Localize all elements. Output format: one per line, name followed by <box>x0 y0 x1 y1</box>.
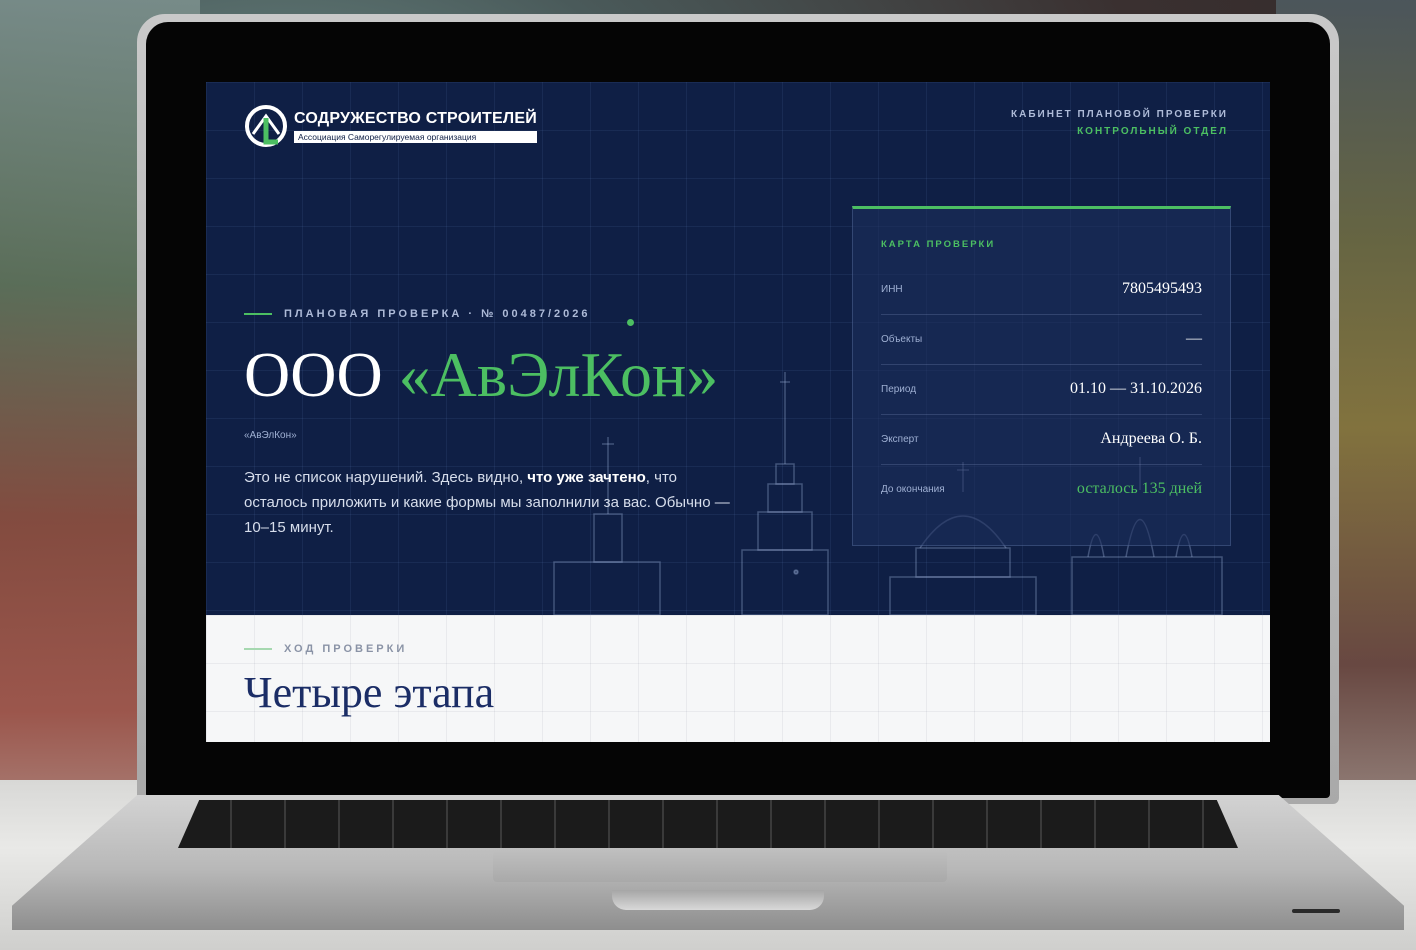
cabinet-header: КАБИНЕТ ПЛАНОВОЙ ПРОВЕРКИ КОНТРОЛЬНЫЙ ОТ… <box>1011 106 1228 140</box>
logo-mark-icon <box>245 105 287 147</box>
card-row-period: Период 01.10 — 31.10.2026 <box>881 364 1202 415</box>
company-prefix: ООО <box>244 339 383 410</box>
inspection-number: ПЛАНОВАЯ ПРОВЕРКА · № 00487/2026 <box>284 308 591 320</box>
card-row-inn: ИНН 7805495493 <box>881 264 1202 315</box>
section-eyebrow-label: ХОД ПРОВЕРКИ <box>284 643 408 655</box>
hero-section: СОДРУЖЕСТВО СТРОИТЕЛЕЙ Ассоциация Саморе… <box>206 82 1270 615</box>
card-row-label: Период <box>881 383 917 395</box>
card-row-value: 01.10 — 31.10.2026 <box>1070 380 1202 397</box>
laptop-indicator <box>1292 909 1340 913</box>
eyebrow-dash <box>244 313 272 315</box>
brand-subtitle: Ассоциация Саморегулируемая организация <box>294 130 537 143</box>
laptop-trackpad <box>493 850 947 882</box>
card-row-label: Объекты <box>881 333 923 345</box>
card-row-value: — <box>1186 330 1202 347</box>
card-row-deadline: До окончания осталось 135 дней <box>881 464 1202 514</box>
accent-dot <box>627 319 634 326</box>
card-row-label: До окончания <box>881 483 945 495</box>
department-label: КОНТРОЛЬНЫЙ ОТДЕЛ <box>1077 126 1228 137</box>
card-row-value: осталось 135 дней <box>1076 480 1202 497</box>
company-title: ООО «АвЭлКон» <box>244 336 718 414</box>
card-row-label: Эксперт <box>881 433 919 445</box>
company-name: «АвЭлКон» <box>398 339 719 410</box>
hero-description: Это не список нарушений. Здесь видно, чт… <box>244 465 740 540</box>
laptop-screen: СОДРУЖЕСТВО СТРОИТЕЛЕЙ Ассоциация Саморе… <box>206 82 1270 742</box>
lead-text-bold: что уже зачтено <box>527 469 646 486</box>
brand-text: СОДРУЖЕСТВО СТРОИТЕЛЕЙ Ассоциация Саморе… <box>294 110 537 143</box>
laptop-keyboard <box>178 800 1238 848</box>
inspection-card: КАРТА ПРОВЕРКИ ИНН 7805495493 Объекты — … <box>852 206 1231 546</box>
laptop-notch <box>612 890 824 910</box>
brand-logo[interactable]: СОДРУЖЕСТВО СТРОИТЕЛЕЙ Ассоциация Саморе… <box>244 104 537 148</box>
card-row-objects: Объекты — <box>881 314 1202 365</box>
cabinet-label: КАБИНЕТ ПЛАНОВОЙ ПРОВЕРКИ <box>1011 109 1228 120</box>
eyebrow-dash <box>244 648 272 650</box>
card-title: КАРТА ПРОВЕРКИ <box>881 239 996 250</box>
section-eyebrow: ХОД ПРОВЕРКИ <box>244 643 407 655</box>
section-title: Четыре этапа <box>244 668 495 717</box>
card-row-value: 7805495493 <box>1122 280 1202 297</box>
card-row-value: Андреева О. Б. <box>1100 430 1202 447</box>
brand-name: СОДРУЖЕСТВО СТРОИТЕЛЕЙ <box>294 109 537 127</box>
progress-section: ХОД ПРОВЕРКИ Четыре этапа <box>206 615 1270 742</box>
inspection-eyebrow: ПЛАНОВАЯ ПРОВЕРКА · № 00487/2026 <box>244 308 591 320</box>
company-alias: «АвЭлКон» <box>244 430 297 441</box>
lead-text-1: Это не список нарушений. Здесь видно, <box>244 469 528 486</box>
card-row-label: ИНН <box>881 283 903 295</box>
card-row-expert: Эксперт Андреева О. Б. <box>881 414 1202 465</box>
